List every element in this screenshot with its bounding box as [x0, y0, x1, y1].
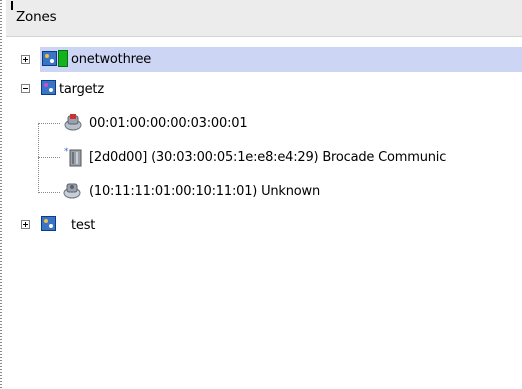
tree-item-test[interactable]: test	[0, 214, 522, 236]
storage-device-icon: *	[64, 147, 82, 167]
expand-toggle[interactable]	[21, 55, 30, 64]
tree-item-label: (10:11:11:01:00:10:11:01) Unknown	[89, 184, 321, 199]
zone-icon	[42, 51, 57, 66]
collapse-toggle[interactable]	[21, 84, 30, 93]
host-bus-adapter-icon	[64, 114, 82, 131]
zone-icon	[41, 216, 56, 231]
tree-item-onetwothree[interactable]: onetwothree	[0, 48, 522, 70]
zone-status-icon	[58, 50, 68, 67]
panel-title: Zones	[16, 9, 57, 25]
tree-item-member[interactable]: 00:01:00:00:00:03:00:01	[0, 112, 522, 134]
tree-item-label: [2d0d00] (30:03:00:05:1e:e8:e4:29) Broca…	[89, 150, 447, 165]
tree-item-label: onetwothree	[71, 52, 152, 67]
tree-item-member[interactable]: (10:11:11:01:00:10:11:01) Unknown	[0, 180, 522, 202]
tree-item-member[interactable]: * [2d0d00] (30:03:00:05:1e:e8:e4:29) Bro…	[0, 146, 522, 168]
tree-item-label: test	[71, 218, 96, 233]
svg-text:*: *	[64, 147, 69, 157]
tree-item-targetz[interactable]: targetz	[0, 78, 522, 100]
zone-icon	[41, 80, 56, 95]
tree-item-label: 00:01:00:00:00:03:00:01	[89, 116, 248, 131]
zones-panel-header: Zones	[6, 0, 522, 37]
pin-icon	[11, 1, 13, 10]
zones-tree[interactable]: onetwothree targetz 00:01:00:00:00:03:00…	[0, 36, 522, 389]
unknown-device-icon	[63, 183, 81, 199]
expand-toggle[interactable]	[21, 220, 30, 229]
tree-item-label: targetz	[59, 82, 104, 97]
